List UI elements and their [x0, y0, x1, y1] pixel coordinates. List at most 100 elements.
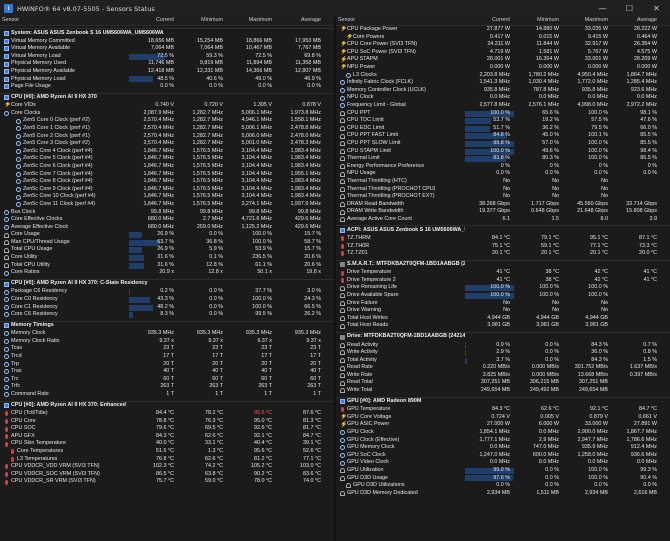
sensor-row[interactable]: CPU TDC Limit 53.7 % 19.2 % 57.5 % 47.6 %: [336, 117, 670, 125]
sensor-group-header[interactable]: System: ASUS ASUS Zenbook S 16 UM5606WA_…: [0, 28, 334, 38]
sensor-row[interactable]: Trp 20 T 20 T 20 T 20 T: [0, 361, 334, 369]
sensor-row[interactable]: Virtual Memory Available 7,064 MB 7,064 MB…: [0, 45, 334, 53]
sensor-row[interactable]: L3 Clocks 2,203.8 MHz 1,780.2 MHz 4,950.4 M…: [336, 72, 670, 80]
sensor-row[interactable]: Page File Usage 0.0 % 0.0 % 0.0 % 0.0 %: [0, 83, 334, 91]
sensor-row[interactable]: Trc 60 T 60 T 60 T 60 T: [0, 376, 334, 384]
sensor-row[interactable]: DRAM Write Bandwidth 19.377 Gbps 0.648 Gbp…: [336, 208, 670, 216]
column-sensor[interactable]: Sensor: [0, 17, 129, 25]
sensor-row[interactable]: Virtual Memory Committed 18,656 MB 15,254 …: [0, 38, 334, 46]
sensor-row[interactable]: Zen5c Core 6 Clock (perf #4) 1,846.7 MHz 1…: [0, 163, 334, 171]
sensor-row[interactable]: GPU Clock 1,854.1 MHz 0.0 MHz 2,900.0 MHz 1,…: [336, 429, 670, 437]
sensor-row[interactable]: CPU VDDCR_SOC VRM (SVI3 TFN) 86.5 °C 63.8 …: [0, 471, 334, 479]
sensor-row[interactable]: Zen5c Core 10 Clock (perf #4) 1,846.7 MHz…: [0, 193, 334, 201]
sensor-row[interactable]: GPU Temperature 84.3 °C 62.6 °C 92.1 °C 84.7…: [336, 406, 670, 414]
sensor-row[interactable]: Zen5c Core 7 Clock (perf #4) 1,846.7 MHz 1…: [0, 171, 334, 179]
sensor-row[interactable]: GPU D3D Utilizations 0.0 % 0.0 % 0.0 % 0.0 %: [336, 482, 670, 490]
sensor-row[interactable]: ⚡ CPU Package Power 27.877 W 14.880 W 33.035…: [336, 26, 670, 34]
sensor-row[interactable]: Memory Clock 935.3 MHz 935.3 MHz 935.3 MHz 9…: [0, 330, 334, 338]
sensor-row[interactable]: Zen5 Core 3 Clock (perf #2) 2,570.4 MHz 1,…: [0, 140, 334, 148]
sensor-row[interactable]: Average Effective Clock 680.0 MHz 259.0 MH…: [0, 224, 334, 232]
sensor-row[interactable]: NPU Clock 0.0 MHz 0.0 MHz 0.0 MHz 0.0 MHz: [336, 94, 670, 102]
sensor-row[interactable]: CPU PPT 100.0 % 65.6 % 100.0 % 98.1 %: [336, 110, 670, 118]
sensor-row[interactable]: Core Utility 31.6 % 0.1 % 236.5 % 20.6 %: [0, 254, 334, 262]
sensor-row[interactable]: Core Usage 26.9 % 0.0 % 100.0 % 15.7 %: [0, 231, 334, 239]
column-maximum[interactable]: Maximum: [563, 17, 612, 25]
sensor-row[interactable]: Memory Controller Clock (UCLK) 935.8 MHz 7…: [336, 87, 670, 95]
sensor-row[interactable]: CPU VDDCR_SR VRM (SVI3 TFN) 75.7 °C 59.0 °…: [0, 478, 334, 486]
sensor-row[interactable]: Core Clocks 2,087.9 MHz 1,282.7 MHz 5,006.1…: [0, 110, 334, 118]
sensor-group-header[interactable]: CPU [#0]: AMD Ryzen AI 9 HX 370: Enhance…: [0, 400, 334, 411]
column-sensor[interactable]: Sensor: [336, 17, 465, 25]
sensor-row[interactable]: Physical Memory Available 12,418 MB 12,331…: [0, 68, 334, 76]
sensor-row[interactable]: TZ.TZ01 20.1 °C 20.1 °C 20.1 °C 20.0 °C: [336, 250, 670, 258]
sensor-row[interactable]: GPU SoC Clock 1,247.0 MHz 600.0 MHz 1,258.0…: [336, 452, 670, 460]
sensor-row[interactable]: Drive Remaining Life 100.0 % 100.0 % 100.0 …: [336, 284, 670, 292]
sensor-row[interactable]: Total Host Reads 3,981 GB 3,981 GB 3,981 GB: [336, 322, 670, 330]
maximize-button[interactable]: ☐: [616, 0, 643, 17]
sensor-row[interactable]: Thermal Limit 83.8 % 80.3 % 100.0 % 86.5 %: [336, 155, 670, 163]
sensor-row[interactable]: DRAM Read Bandwidth 38.268 Gbps 1.717 Gbps…: [336, 201, 670, 209]
column-minimum[interactable]: Minimum: [178, 17, 227, 25]
column-average[interactable]: Average: [612, 17, 661, 25]
sensor-row[interactable]: Core C0 Residency 43.3 % 0.0 % 100.0 % 24.3 …: [0, 296, 334, 304]
sensor-row[interactable]: ⚡ CPU SoC Power (SVI3 TFN) 4.719 W 1.581 W 5…: [336, 49, 670, 57]
sensor-pane-right[interactable]: Sensor Current Minimum Maximum Average ⚡…: [336, 17, 670, 541]
sensor-row[interactable]: Zen5 Core 0 Clock (perf #2) 2,570.4 MHz 1,…: [0, 117, 334, 125]
sensor-row[interactable]: CPU EDC Limit 51.7 % 36.2 % 79.5 % 66.0 %: [336, 125, 670, 133]
sensor-row[interactable]: Drive Warning No No No: [336, 307, 670, 315]
sensor-row[interactable]: Trcd 17 T 17 T 17 T 17 T: [0, 353, 334, 361]
sensor-row[interactable]: Zen5c Core 5 Clock (perf #4) 1,846.7 MHz 1…: [0, 155, 334, 163]
sensor-row[interactable]: L3 Temperatures 76.8 °C 62.6 °C 81.2 °C 77.1…: [0, 456, 334, 464]
sensor-row[interactable]: ⚡ APU STAPM 28.001 W 16.364 W 33.001 W 28.209…: [336, 56, 670, 64]
sensor-row[interactable]: Thermal Throttling (PROCHOT CPU) No No No: [336, 185, 670, 193]
sensor-row[interactable]: Trfc 263 T 263 T 263 T 263 T: [0, 383, 334, 391]
sensor-row[interactable]: GPU D3D Memory Dedicated 2,934 MB 1,511 MB…: [336, 490, 670, 498]
sensor-row[interactable]: ⚡ GPU Core Voltage 0.724 V 0.005 V 0.879 V 0.…: [336, 414, 670, 422]
sensor-row[interactable]: Command Rate 1 T 1 T 1 T 1 T: [0, 391, 334, 399]
sensor-pane-left[interactable]: Sensor Current Minimum Maximum Average S…: [0, 17, 334, 541]
column-average[interactable]: Average: [276, 17, 325, 25]
sensor-row[interactable]: CPU Skin Temperature 40.0 °C 33.1 °C 40.4 °…: [0, 440, 334, 448]
sensor-row[interactable]: ⚡ Core VIDs 0.740 V 0.720 V 1.305 V 0.878 V: [0, 102, 334, 110]
sensor-row[interactable]: ⚡ GPU ASIC Power 27.000 W 6.000 W 33.000 W 27…: [336, 421, 670, 429]
sensor-row[interactable]: APU GFX 84.3 °C 62.6 °C 92.1 °C 84.7 °C: [0, 433, 334, 441]
sensor-row[interactable]: Total Host Writes 4,944 GB 4,944 GB 4,944 G…: [336, 315, 670, 323]
sensor-row[interactable]: Write Rate 3.825 MB/s 0.000 MB/s 13.668 MB/…: [336, 372, 670, 380]
sensor-row[interactable]: CPU PPT FAST Limit 84.8 % 45.0 % 100.1 % 85.…: [336, 132, 670, 140]
sensor-row[interactable]: Physical Memory Load 48.5 % 40.6 % 49.0 % 46…: [0, 75, 334, 83]
sensor-row[interactable]: Total Activity 3.7 % 0.0 % 84.3 % 1.5 %: [336, 357, 670, 365]
sensor-row[interactable]: Write Total 249,654 MB 249,492 MB 249,654 M…: [336, 387, 670, 395]
sensor-row[interactable]: CPU SOC 79.6 °C 69.5 °C 92.5 °C 81.7 °C: [0, 425, 334, 433]
sensor-row[interactable]: CPU Core 78.8 °C 76.3 °C 95.0 °C 81.3 °C: [0, 418, 334, 426]
sensor-row[interactable]: Energy Performance Preference 0 % 0 % 0 % 0 …: [336, 163, 670, 171]
sensor-row[interactable]: Read Activity 0.9 % 0.0 % 84.3 % 0.7 %: [336, 341, 670, 349]
sensor-group-header[interactable]: GPU [#0]: AMD Radeon 890M: [336, 396, 670, 407]
column-maximum[interactable]: Maximum: [227, 17, 276, 25]
sensor-row[interactable]: Drive Temperature 2 41 °C 38 °C 42 °C 41 °C: [336, 277, 670, 285]
sensor-row[interactable]: Frequency Limit - Global 2,577.8 MHz 2,576…: [336, 102, 670, 110]
sensor-row[interactable]: GPU Memory Clock 0.0 MHz 747.0 MHz 935.9 MH…: [336, 444, 670, 452]
sensor-row[interactable]: Read Rate 0.220 MB/s 0.000 MB/s 301.752 MB/…: [336, 364, 670, 372]
sensor-row[interactable]: Zen5c Core 9 Clock (perf #4) 1,846.7 MHz 1…: [0, 186, 334, 194]
sensor-row[interactable]: Total CPU Utility 31.6 % 12.8 % 61.1 % 20.6 …: [0, 262, 334, 270]
sensor-row[interactable]: Drive Failure No No No: [336, 300, 670, 308]
column-current[interactable]: Current: [129, 17, 178, 25]
sensor-row[interactable]: Zen5c Core 8 Clock (perf #4) 1,846.7 MHz 1…: [0, 178, 334, 186]
sensor-row[interactable]: Zen5 Core 1 Clock (perf #1) 2,570.4 MHz 1,…: [0, 125, 334, 133]
sensor-row[interactable]: GPU Utilization 99.0 % 0.0 % 100.0 % 99.3 %: [336, 467, 670, 475]
sensor-row[interactable]: CPU PPT SLOW Limit 99.8 % 57.0 % 100.0 % 85.…: [336, 140, 670, 148]
sensor-row[interactable]: Thermal Throttling (PROCHOT EXT) No No No: [336, 193, 670, 201]
sensor-row[interactable]: Zen5c Core 4 Clock (perf #4) 1,846.7 MHz 1…: [0, 148, 334, 156]
sensor-row[interactable]: GPU D3D Usage 97.6 % 0.0 % 100.0 % 90.4 %: [336, 474, 670, 482]
sensor-row[interactable]: Virtual Memory Load 72.5 % 59.3 % 72.5 % 69.…: [0, 53, 334, 61]
sensor-row[interactable]: Core C6 Residency 8.3 % 0.0 % 99.5 % 26.2 %: [0, 311, 334, 319]
sensor-row[interactable]: Total CPU Usage 26.9 % 5.9 % 53.9 % 15.7 %: [0, 246, 334, 254]
sensor-row[interactable]: Max CPU/Thread Usage 63.7 % 36.8 % 100.0 % 5…: [0, 239, 334, 247]
sensor-row[interactable]: TZ.TH0R 75.1 °C 59.1 °C 77.1 °C 73.3 °C: [336, 243, 670, 251]
sensor-row[interactable]: Tcas 23 T 23 T 23 T 23 T: [0, 345, 334, 353]
sensor-row[interactable]: Package C6 Residency 0.2 % 0.0 % 37.7 % 3.0 …: [0, 288, 334, 296]
sensor-row[interactable]: Bus Clock 99.8 MHz 99.8 MHz 99.8 MHz 99.8 MH…: [0, 208, 334, 216]
sensor-group-header[interactable]: Memory Timings: [0, 320, 334, 331]
sensor-row[interactable]: Drive Temperature 41 °C 38 °C 42 °C 41 °C: [336, 269, 670, 277]
sensor-group-header[interactable]: CPU [#0]: AMD Ryzen AI 9 HX 370: [0, 92, 334, 103]
